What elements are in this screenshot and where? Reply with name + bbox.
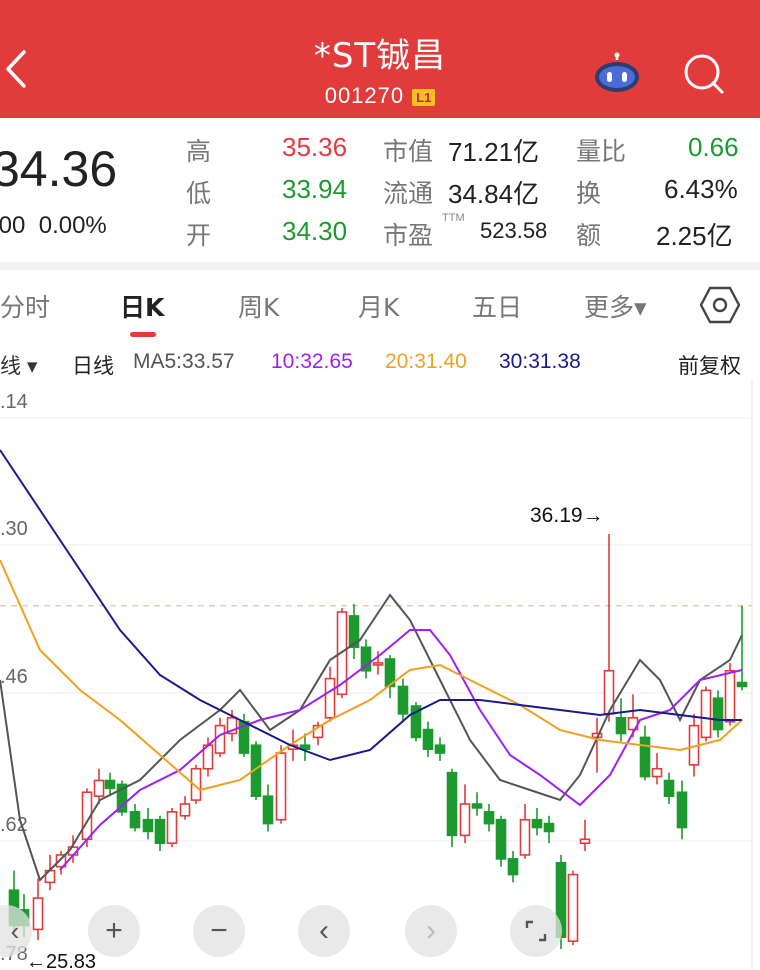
- high-annotation: 36.19→: [530, 504, 604, 527]
- tab-weekly-k[interactable]: 周K: [238, 288, 279, 324]
- candle-body: [275, 752, 287, 821]
- candle-body: [736, 681, 748, 688]
- change-percent: 0.00%: [38, 212, 107, 239]
- candlestick-chart[interactable]: .14.30.46.62.7836.19→←25.83: [0, 380, 760, 970]
- candle-body: [724, 669, 736, 723]
- stock-name: *ST铖昌: [313, 36, 447, 76]
- stock-code: 001270: [324, 83, 405, 108]
- stock-code-row: 001270 L1: [0, 83, 760, 109]
- candle-body: [543, 822, 555, 833]
- candle-body: [422, 728, 434, 750]
- candle-body: [129, 811, 141, 829]
- y-tick-label: .14: [0, 391, 28, 413]
- candle-body: [262, 795, 274, 825]
- tab-more[interactable]: 更多▾: [584, 288, 647, 324]
- indicator-type-dropdown[interactable]: 线 ▾: [0, 350, 37, 380]
- candle-body: [142, 818, 154, 833]
- mktcap-label: 市值: [383, 137, 434, 166]
- current-price: 34.36: [0, 141, 118, 197]
- candle-body: [179, 803, 191, 817]
- tab-five-day[interactable]: 五日: [472, 288, 522, 324]
- pe-value: 523.58: [480, 218, 548, 243]
- ma30-value: 30:31.38: [499, 350, 581, 373]
- pe-ttm-tag: TTM: [442, 212, 465, 224]
- candle-body: [519, 818, 531, 856]
- candle-body: [639, 736, 651, 778]
- candle-body: [483, 811, 495, 825]
- low-label: 低: [186, 179, 212, 208]
- level-badge: L1: [412, 88, 436, 106]
- tab-monthly-k[interactable]: 月K: [358, 288, 399, 324]
- open-value: 34.30: [282, 216, 348, 246]
- fullscreen-icon: [525, 920, 547, 942]
- ma5-value: MA5:33.57: [133, 350, 235, 373]
- candle-body: [104, 779, 116, 790]
- zoom-out-button[interactable]: −: [193, 905, 245, 957]
- candle-body: [663, 779, 675, 797]
- amount-value: 2.25亿: [656, 221, 733, 251]
- section-divider: [0, 262, 760, 270]
- candle-body: [324, 677, 336, 719]
- candle-body: [676, 791, 688, 829]
- adjust-mode[interactable]: 前复权: [678, 350, 741, 380]
- candle-body: [32, 897, 44, 931]
- active-tab-indicator: [130, 332, 156, 337]
- search-icon[interactable]: [680, 50, 728, 98]
- amount-label: 额: [576, 221, 602, 250]
- chart-tabs: 分时 日K 周K 月K 五日 更多▾: [0, 270, 760, 342]
- high-label: 高: [186, 137, 212, 166]
- tab-daily-k[interactable]: 日K: [120, 288, 164, 324]
- candle-body: [531, 818, 543, 829]
- scroll-right-button[interactable]: ›: [405, 905, 457, 957]
- candle-body: [495, 818, 507, 860]
- y-tick-label: .30: [0, 518, 28, 540]
- open-label: 开: [186, 221, 212, 250]
- pe-label: 市盈: [383, 221, 434, 250]
- candle-body: [154, 818, 166, 845]
- ma20-value: 20:31.40: [385, 350, 467, 373]
- candle-body: [471, 803, 483, 809]
- candle-body: [700, 689, 712, 739]
- scroll-left-button[interactable]: ‹: [298, 905, 350, 957]
- candle-body: [214, 724, 226, 754]
- float-value: 34.84亿: [448, 179, 540, 209]
- candle-body: [372, 662, 384, 666]
- robot-assistant-icon[interactable]: [592, 52, 642, 94]
- candle-body: [651, 767, 663, 778]
- candle-body: [434, 744, 446, 754]
- candle-body: [446, 771, 458, 837]
- indicator-bar: 线 ▾ 日线 MA5:33.57 10:32.65 20:31.40 30:31…: [0, 346, 760, 380]
- turnover-label: 换: [576, 179, 602, 208]
- period-label: 日线: [72, 355, 114, 378]
- change-value: .00: [0, 212, 26, 239]
- candle-body: [93, 779, 105, 797]
- high-value: 35.36: [282, 132, 348, 162]
- candle-body: [507, 858, 519, 876]
- candle-body: [615, 716, 627, 735]
- candle-body: [712, 697, 724, 731]
- price-change: .00 0.00%: [0, 212, 107, 240]
- quote-panel: 34.36 .00 0.00% 高 35.36 低 33.94 开 34.30 …: [0, 118, 760, 264]
- candle-body: [459, 803, 471, 837]
- float-label: 流通: [383, 179, 434, 208]
- chart-settings-icon[interactable]: [700, 286, 740, 324]
- candle-body: [579, 838, 591, 845]
- title-block: *ST铖昌 001270 L1: [0, 28, 760, 109]
- candle-body: [166, 811, 178, 845]
- ma10-value: 10:32.65: [271, 350, 353, 373]
- low-annotation: ←25.83: [26, 951, 96, 970]
- y-tick-label: .46: [0, 666, 28, 688]
- candle-body: [567, 873, 579, 942]
- mktcap-value: 71.21亿: [448, 137, 540, 167]
- turnover-value: 6.43%: [664, 174, 738, 204]
- volume-ratio-value: 0.66: [688, 132, 739, 162]
- tab-intraday[interactable]: 分时: [0, 288, 50, 324]
- fullscreen-button[interactable]: [510, 905, 562, 957]
- zoom-in-button[interactable]: +: [88, 905, 140, 957]
- app-header: *ST铖昌 001270 L1: [0, 0, 760, 118]
- volume-ratio-label: 量比: [576, 137, 627, 166]
- low-value: 33.94: [282, 174, 348, 204]
- candle-body: [397, 685, 409, 715]
